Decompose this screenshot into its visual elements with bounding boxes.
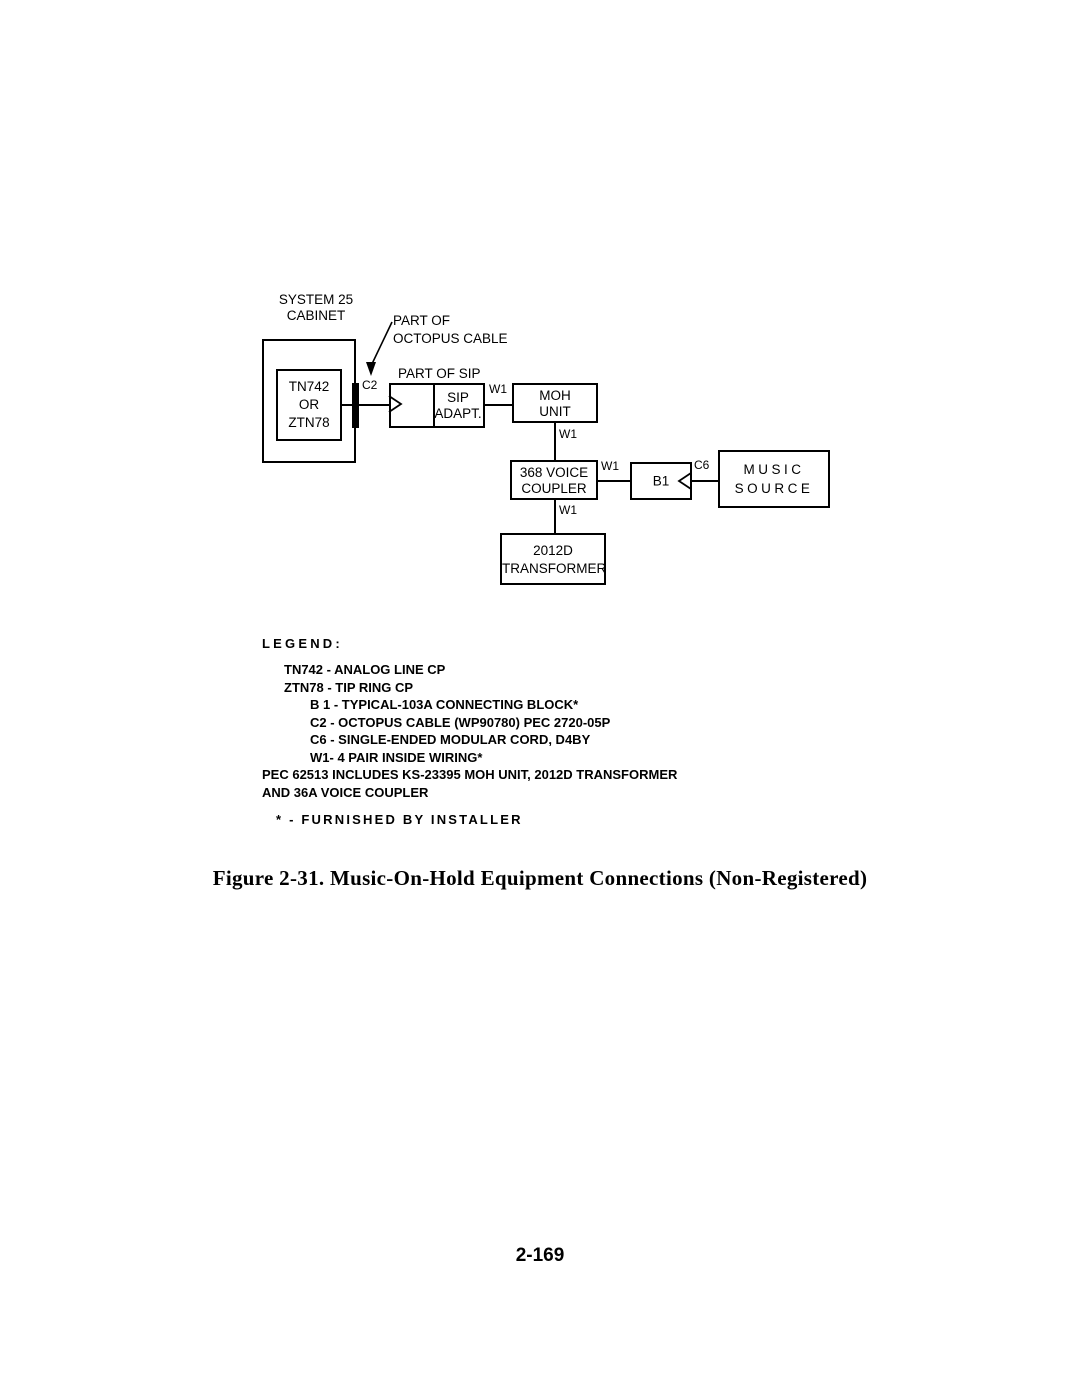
- connector-c6-label: C6: [694, 458, 710, 472]
- octopus-note-line2: OCTOPUS CABLE: [393, 331, 508, 346]
- music-source-line2: SOURCE: [734, 481, 814, 496]
- w1-label-sip-to-moh: W1: [489, 382, 507, 396]
- legend-row: ZTN78 - TIP RING CP: [284, 679, 414, 695]
- wire-sip-to-moh: [485, 404, 512, 406]
- card-label-line2: OR: [298, 397, 320, 412]
- transformer-box: 2012D TRANSFORMER: [500, 533, 606, 585]
- legend-block: LEGEND: TN742 - ANALOG LINE CP ZTN78 - T…: [262, 636, 962, 827]
- legend-row: AND 36A VOICE COUPLER: [262, 784, 429, 800]
- sip-note: PART OF SIP: [398, 366, 481, 381]
- octopus-cable-connector-bar: [352, 383, 359, 428]
- legend-row: TN742 - ANALOG LINE CP: [284, 662, 446, 677]
- wire-connector-to-sip: [359, 404, 389, 406]
- legend-row: C6 - SINGLE-ENDED MODULAR CORD, D4BY: [310, 732, 591, 747]
- card-label-line1: TN742: [288, 379, 330, 394]
- legend-row: W1- 4 PAIR INSIDE WIRING*: [310, 749, 483, 765]
- voice-coupler-line1: 368 VOICE: [519, 465, 589, 480]
- line-card-box: TN742 OR ZTN78: [276, 369, 342, 441]
- moh-unit-box: MOH UNIT: [512, 383, 598, 423]
- card-label-line3: ZTN78: [288, 415, 330, 430]
- connector-c2-label: C2: [362, 378, 378, 392]
- page-number: 2-169: [515, 1245, 565, 1266]
- music-source-box: MUSIC SOURCE: [718, 450, 830, 508]
- sip-adapt-line1: SIP: [447, 390, 469, 405]
- voice-coupler-box: 368 VOICE COUPLER: [510, 460, 598, 500]
- music-source-line1: MUSIC: [743, 462, 805, 477]
- sip-adapt-line2: ADAPT.: [434, 406, 482, 421]
- moh-unit-line2: UNIT: [539, 404, 571, 419]
- legend-rows: TN742 - ANALOG LINE CP ZTN78 - TIP RING …: [262, 661, 962, 801]
- cabinet-title-line1: SYSTEM 25: [278, 292, 354, 307]
- wire-coupler-to-transformer: [554, 500, 556, 533]
- sip-input-triangle-icon: [388, 395, 403, 413]
- figure-diagram: SYSTEM 25 CABINET PART OF OCTOPUS CABLE …: [0, 0, 1080, 620]
- legend-row: C2 - OCTOPUS CABLE (WP90780) PEC 2720-05…: [310, 714, 611, 730]
- legend-title: LEGEND:: [262, 636, 343, 651]
- legend-row: PEC 62513 INCLUDES KS-23395 MOH UNIT, 20…: [262, 767, 678, 782]
- transformer-line1: 2012D: [533, 543, 573, 558]
- figure-caption: Figure 2-31. Music-On-Hold Equipment Con…: [212, 866, 868, 890]
- legend-row: B 1 - TYPICAL-103A CONNECTING BLOCK*: [310, 697, 579, 712]
- voice-coupler-line2: COUPLER: [521, 481, 587, 496]
- cabinet-title-line2: CABINET: [286, 308, 346, 323]
- wire-coupler-to-b1: [598, 480, 630, 482]
- w1-label-moh-to-coupler: W1: [559, 427, 577, 441]
- moh-unit-line1: MOH: [539, 388, 571, 403]
- transformer-line2: TRANSFORMER: [502, 561, 607, 576]
- wire-b1-to-music-source: [692, 480, 720, 482]
- w1-label-coupler-to-transformer: W1: [559, 503, 577, 517]
- wire-moh-to-coupler: [554, 423, 556, 460]
- legend-footnote: * - FURNISHED BY INSTALLER: [276, 812, 523, 827]
- w1-label-coupler-to-b1: W1: [601, 459, 619, 473]
